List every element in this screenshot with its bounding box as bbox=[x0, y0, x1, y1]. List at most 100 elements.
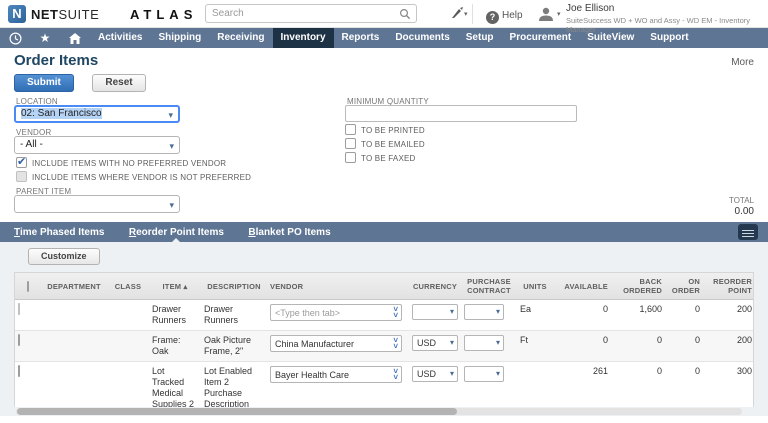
customize-button[interactable]: Customize bbox=[28, 248, 100, 265]
tab-rest-label: eorder Point Items bbox=[136, 227, 224, 238]
global-search[interactable] bbox=[205, 4, 417, 23]
to-be-printed-checkbox[interactable] bbox=[345, 124, 356, 135]
submit-button[interactable]: Submit bbox=[14, 74, 74, 92]
more-link[interactable]: More bbox=[731, 57, 754, 68]
purchase-contract-select[interactable]: ▾ bbox=[464, 366, 504, 382]
nav-item-activities[interactable]: Activities bbox=[90, 28, 150, 48]
vendor-select[interactable]: - All - ▾ bbox=[14, 136, 180, 154]
vendor-input[interactable] bbox=[275, 337, 383, 350]
parent-item-select-arrow-icon[interactable]: ▾ bbox=[169, 197, 174, 213]
home-icon[interactable] bbox=[60, 29, 90, 48]
minimum-quantity-input[interactable] bbox=[345, 105, 577, 122]
scrollbar-thumb[interactable] bbox=[17, 408, 457, 415]
items-table: DEPARTMENT CLASS ITEM ▴ DESCRIPTION VEND… bbox=[15, 273, 754, 407]
vendor-combobox[interactable]: ˅˅ bbox=[270, 366, 402, 383]
currency-select[interactable]: USD▾ bbox=[412, 366, 458, 382]
purchase-contract-select[interactable]: ▾ bbox=[464, 335, 504, 351]
col-header-back-ordered[interactable]: BACK ORDERED bbox=[611, 273, 665, 300]
include-not-preferred-checkbox[interactable] bbox=[16, 171, 27, 182]
cell-reorder-point: 200 bbox=[703, 331, 754, 362]
col-header-department[interactable]: DEPARTMENT bbox=[41, 273, 107, 300]
purchase-contract-arrow-icon: ▾ bbox=[496, 367, 500, 381]
quick-add-caret-icon[interactable]: ▾ bbox=[464, 10, 468, 18]
col-header-available[interactable]: AVAILABLE bbox=[553, 273, 611, 300]
cell-item: Drawer Runners bbox=[149, 300, 201, 331]
col-header-currency[interactable]: CURRENCY bbox=[409, 273, 461, 300]
vendor-chevrons-icon[interactable]: ˅˅ bbox=[393, 369, 398, 381]
cell-back-ordered: 0 bbox=[611, 331, 665, 362]
row-checkbox[interactable] bbox=[18, 365, 20, 377]
currency-value: USD bbox=[417, 369, 436, 379]
list-view-icon[interactable] bbox=[738, 224, 758, 240]
cell-item: Lot Tracked Medical Supplies 2 bbox=[149, 362, 201, 408]
user-info[interactable]: Joe Ellison SuiteSuccess WD + WO and Ass… bbox=[566, 3, 766, 34]
table-row: Drawer Runners Drawer Runners ˅˅ ▾ ▾ Ea … bbox=[15, 300, 754, 331]
vendor-chevrons-icon[interactable]: ˅˅ bbox=[393, 338, 398, 350]
col-header-class[interactable]: CLASS bbox=[107, 273, 149, 300]
cell-available: 0 bbox=[553, 300, 611, 331]
row-checkbox[interactable] bbox=[18, 334, 20, 346]
cell-description: Drawer Runners bbox=[201, 300, 267, 331]
vendor-combobox[interactable]: ˅˅ bbox=[270, 304, 402, 321]
parent-item-select[interactable]: ▾ bbox=[14, 195, 180, 213]
col-header-purchase-contract[interactable]: PURCHASE CONTRACT bbox=[461, 273, 517, 300]
total-value: 0.00 bbox=[735, 206, 754, 217]
tab-blanket-po-items[interactable]: Blanket PO Items bbox=[238, 223, 340, 243]
nav-item-shipping[interactable]: Shipping bbox=[150, 28, 209, 48]
nav-item-setup[interactable]: Setup bbox=[458, 28, 502, 48]
cell-on-order: 0 bbox=[665, 362, 703, 408]
netsuite-logo-icon[interactable]: N bbox=[8, 5, 26, 23]
to-be-emailed-checkbox[interactable] bbox=[345, 138, 356, 149]
nav-item-documents[interactable]: Documents bbox=[387, 28, 457, 48]
table-row: Lot Tracked Medical Supplies 2 Lot Enabl… bbox=[15, 362, 754, 408]
cell-units: Ea bbox=[517, 300, 553, 331]
avatar-caret-icon[interactable]: ▾ bbox=[557, 10, 561, 18]
nav-item-reports[interactable]: Reports bbox=[334, 28, 388, 48]
location-select[interactable]: 02: San Francisco ▾ bbox=[14, 105, 180, 123]
quick-add-icon[interactable] bbox=[450, 6, 464, 20]
tab-time-phased-items[interactable]: Time Phased Items bbox=[4, 223, 114, 243]
vendor-input[interactable] bbox=[275, 368, 383, 381]
col-header-item[interactable]: ITEM ▴ bbox=[149, 273, 201, 300]
nav-item-receiving[interactable]: Receiving bbox=[209, 28, 272, 48]
cell-department bbox=[41, 362, 107, 408]
location-select-arrow-icon[interactable]: ▾ bbox=[168, 108, 173, 122]
cell-item: Frame: Oak bbox=[149, 331, 201, 362]
search-input[interactable] bbox=[212, 6, 392, 21]
tab-reorder-point-items[interactable]: Reorder Point Items bbox=[119, 223, 234, 243]
row-checkbox[interactable] bbox=[18, 303, 20, 315]
brand-bold: NET bbox=[31, 7, 59, 22]
cell-class bbox=[107, 300, 149, 331]
vendor-input[interactable] bbox=[275, 306, 383, 319]
item-header-label: ITEM bbox=[163, 282, 182, 291]
vendor-chevrons-icon[interactable]: ˅˅ bbox=[393, 307, 398, 319]
vendor-select-arrow-icon[interactable]: ▾ bbox=[169, 138, 174, 154]
page-title: Order Items bbox=[14, 52, 98, 69]
currency-arrow-icon: ▾ bbox=[450, 305, 454, 319]
include-no-preferred-checkbox[interactable] bbox=[16, 157, 27, 168]
help-icon[interactable]: ?Help bbox=[486, 7, 523, 25]
tab-rest-label: lanket PO Items bbox=[256, 227, 331, 238]
user-role: SuiteSuccess WD + WO and Assy - WD EM - … bbox=[566, 16, 766, 34]
shortcuts-star-icon[interactable]: ★ bbox=[30, 28, 60, 48]
to-be-faxed-checkbox[interactable] bbox=[345, 152, 356, 163]
col-header-vendor[interactable]: VENDOR bbox=[267, 273, 409, 300]
nav-item-inventory[interactable]: Inventory bbox=[273, 28, 334, 48]
search-icon[interactable] bbox=[399, 8, 411, 20]
col-header-units[interactable]: UNITS bbox=[517, 273, 553, 300]
purchase-contract-arrow-icon: ▾ bbox=[496, 305, 500, 319]
select-all-checkbox[interactable] bbox=[27, 281, 29, 292]
col-header-description[interactable]: DESCRIPTION bbox=[201, 273, 267, 300]
recent-records-icon[interactable] bbox=[0, 29, 30, 48]
col-header-on-order[interactable]: ON ORDER bbox=[665, 273, 703, 300]
cell-back-ordered: 1,600 bbox=[611, 300, 665, 331]
reset-button[interactable]: Reset bbox=[92, 74, 145, 92]
currency-select[interactable]: ▾ bbox=[412, 304, 458, 320]
purchase-contract-select[interactable]: ▾ bbox=[464, 304, 504, 320]
col-header-reorder-point[interactable]: REORDER POINT bbox=[703, 273, 754, 300]
currency-select[interactable]: USD▾ bbox=[412, 335, 458, 351]
avatar-icon[interactable] bbox=[536, 7, 556, 21]
vendor-combobox[interactable]: ˅˅ bbox=[270, 335, 402, 352]
horizontal-scrollbar[interactable] bbox=[16, 408, 742, 415]
help-label[interactable]: Help bbox=[502, 10, 523, 21]
